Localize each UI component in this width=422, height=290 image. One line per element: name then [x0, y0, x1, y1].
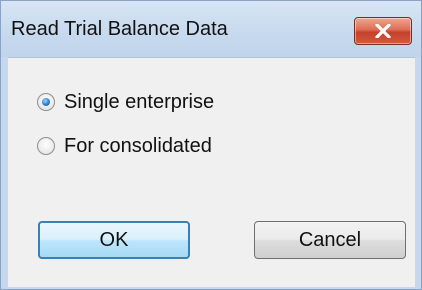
ok-button[interactable]: OK — [38, 221, 190, 259]
close-icon — [375, 24, 391, 38]
title-bar[interactable]: Read Trial Balance Data — [1, 1, 421, 57]
dialog-body: Single enterprise For consolidated OK Ca… — [8, 57, 415, 287]
cancel-button[interactable]: Cancel — [254, 221, 406, 259]
radio-for-consolidated[interactable]: For consolidated — [37, 134, 212, 158]
radio-label[interactable]: For consolidated — [64, 135, 212, 158]
radio-button-icon[interactable] — [37, 137, 55, 155]
radio-single-enterprise[interactable]: Single enterprise — [37, 90, 214, 114]
radio-button-icon[interactable] — [37, 93, 55, 111]
radio-selected-dot — [42, 98, 50, 106]
dialog-window: Read Trial Balance Data Single enterpris… — [0, 0, 422, 290]
dialog-title: Read Trial Balance Data — [11, 18, 228, 40]
radio-label[interactable]: Single enterprise — [64, 91, 214, 114]
close-button[interactable] — [354, 17, 412, 45]
